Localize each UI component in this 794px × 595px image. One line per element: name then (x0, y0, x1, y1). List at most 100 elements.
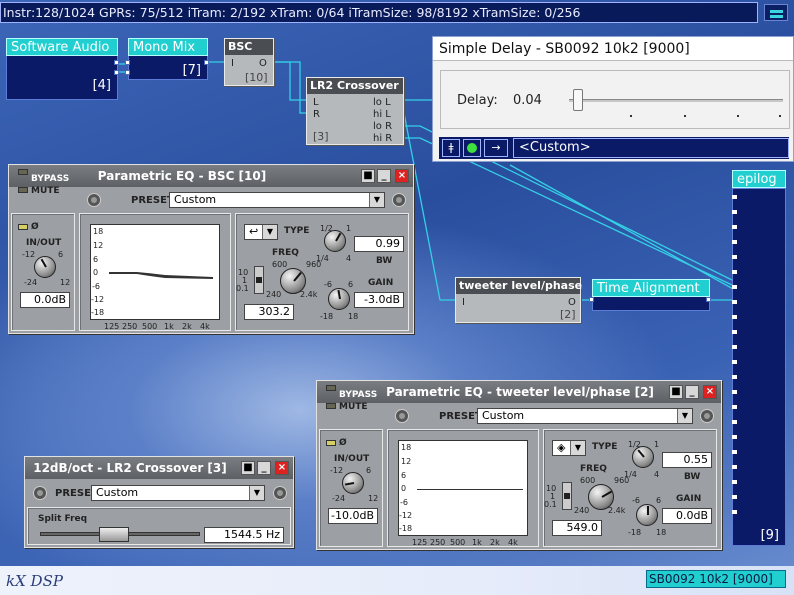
chevron-down-icon[interactable]: ▼ (677, 409, 692, 423)
freq-range-switch[interactable] (562, 482, 572, 510)
output-pin[interactable] (706, 297, 711, 302)
input-pin[interactable] (732, 405, 737, 409)
input-pin[interactable] (732, 390, 737, 394)
restore-icon[interactable]: ■ (361, 169, 375, 183)
menu-button[interactable] (764, 4, 788, 21)
output-pin[interactable] (114, 70, 119, 75)
bw-knob[interactable] (632, 446, 654, 468)
input-pin[interactable] (732, 315, 737, 319)
input-pin[interactable] (732, 360, 737, 364)
preset-save-icon[interactable] (273, 486, 287, 500)
input-pin[interactable] (732, 225, 737, 229)
preset-prev-icon[interactable] (395, 409, 409, 423)
bypass-led[interactable] (326, 385, 336, 391)
chevron-down-icon[interactable]: ▼ (570, 441, 585, 455)
input-pin[interactable] (732, 420, 737, 424)
block-time-alignment[interactable]: Time Alignment (589, 279, 711, 311)
power-icon[interactable] (463, 139, 481, 157)
mute-led[interactable] (326, 403, 336, 409)
gain-knob[interactable] (636, 504, 658, 526)
gain-value[interactable]: 0.0dB (662, 508, 712, 524)
kx-dsp-logo: kX DSP (6, 572, 63, 590)
input-pin[interactable] (732, 270, 737, 274)
block-epilog[interactable]: epilog [9] (732, 170, 786, 546)
gain-value[interactable]: -3.0dB (354, 292, 404, 308)
close-icon[interactable] (703, 385, 717, 399)
freq-value[interactable]: 303.2 (244, 304, 294, 320)
knob-tick: 2.4k (608, 506, 626, 515)
arrow-right-icon[interactable]: → (484, 139, 508, 157)
input-pin[interactable] (732, 450, 737, 454)
eq-tweeter-window[interactable]: BYPASS Parametric EQ - tweeter level/pha… (316, 380, 722, 550)
input-pin[interactable] (732, 375, 737, 379)
block-lr2-crossover[interactable]: LR2 Crossover L R lo L hi L lo R hi R [3… (306, 77, 404, 145)
input-pin[interactable] (732, 300, 737, 304)
chevron-down-icon[interactable]: ▼ (262, 225, 277, 239)
output-pin[interactable] (204, 60, 209, 65)
input-pin[interactable] (732, 345, 737, 349)
chevron-down-icon[interactable]: ▼ (369, 193, 384, 207)
close-icon[interactable] (395, 169, 409, 183)
restore-icon[interactable]: ■ (241, 461, 255, 475)
close-icon[interactable] (275, 461, 289, 475)
input-pin[interactable] (732, 210, 737, 214)
input-pin[interactable] (732, 495, 737, 499)
split-freq-value[interactable]: 1544.5 Hz (204, 527, 284, 543)
input-pin[interactable] (125, 60, 130, 65)
input-pin[interactable] (732, 510, 737, 514)
preset-save-icon[interactable] (392, 193, 406, 207)
phase-led[interactable] (18, 224, 28, 230)
simple-delay-window[interactable]: Simple Delay - SB0092 10k2 [9000] Delay:… (432, 36, 794, 162)
phase-led[interactable] (326, 440, 336, 446)
minimize-icon[interactable]: _ (685, 385, 699, 399)
minimize-icon[interactable]: _ (377, 169, 391, 183)
delay-slider-track[interactable] (569, 99, 783, 102)
graph-x-label: 1k (164, 322, 174, 331)
delay-slider-thumb[interactable] (573, 89, 584, 111)
minimize-icon[interactable]: _ (257, 461, 271, 475)
chevron-down-icon[interactable]: ▼ (249, 486, 264, 500)
input-pin[interactable] (732, 435, 737, 439)
freq-value[interactable]: 549.0 (552, 520, 602, 536)
input-pin[interactable] (589, 297, 594, 302)
output-pin[interactable] (114, 60, 119, 65)
preset-prev-icon[interactable] (87, 193, 101, 207)
inout-value[interactable]: 0.0dB (20, 292, 70, 308)
block-mono-mix[interactable]: Mono Mix [7] (125, 38, 209, 80)
gain-knob[interactable] (328, 288, 350, 310)
delay-preset-select[interactable]: <Custom> (513, 138, 789, 158)
bw-value[interactable]: 0.55 (662, 452, 712, 468)
inout-value[interactable]: -10.0dB (328, 508, 378, 524)
mute-led[interactable] (18, 187, 28, 193)
input-pin[interactable] (732, 480, 737, 484)
preset-save-icon[interactable] (700, 409, 714, 423)
tuning-icon[interactable]: ǂ (442, 139, 460, 157)
input-pin[interactable] (732, 255, 737, 259)
inout-knob[interactable] (34, 256, 56, 278)
input-pin[interactable] (732, 240, 737, 244)
restore-icon[interactable]: ■ (669, 385, 683, 399)
preset-select[interactable]: Custom ▼ (477, 408, 693, 424)
bw-knob[interactable] (324, 230, 346, 252)
delay-value: 0.04 (513, 93, 542, 108)
input-pin[interactable] (732, 285, 737, 289)
filter-type-select[interactable]: ◈ ▼ (552, 440, 586, 456)
freq-range-switch[interactable] (254, 266, 264, 294)
filter-type-select[interactable]: ↩ ▼ (244, 224, 278, 240)
preset-select[interactable]: Custom ▼ (169, 192, 385, 208)
bw-value[interactable]: 0.99 (354, 236, 404, 252)
preset-prev-icon[interactable] (33, 486, 47, 500)
split-freq-slider-thumb[interactable] (98, 527, 129, 542)
device-status[interactable]: SB0092 10k2 [9000] (646, 570, 786, 588)
input-pin[interactable] (732, 330, 737, 334)
crossover-window[interactable]: 12dB/oct - LR2 Crossover [3] ■ _ PRESET … (24, 456, 294, 548)
eq-bsc-window[interactable]: BYPASS Parametric EQ - BSC [10] ■ _ MUTE… (8, 164, 414, 334)
input-pin[interactable] (732, 195, 737, 199)
preset-select[interactable]: Custom ▼ (91, 485, 265, 501)
block-bsc[interactable]: BSC I O [10] (224, 38, 274, 86)
block-tweeter-level-phase[interactable]: tweeter level/phase I O [2] (455, 277, 582, 323)
input-pin[interactable] (732, 465, 737, 469)
input-pin[interactable] (125, 70, 130, 75)
block-software-audio[interactable]: Software Audio [4] (6, 38, 119, 100)
inout-knob[interactable] (342, 472, 364, 494)
